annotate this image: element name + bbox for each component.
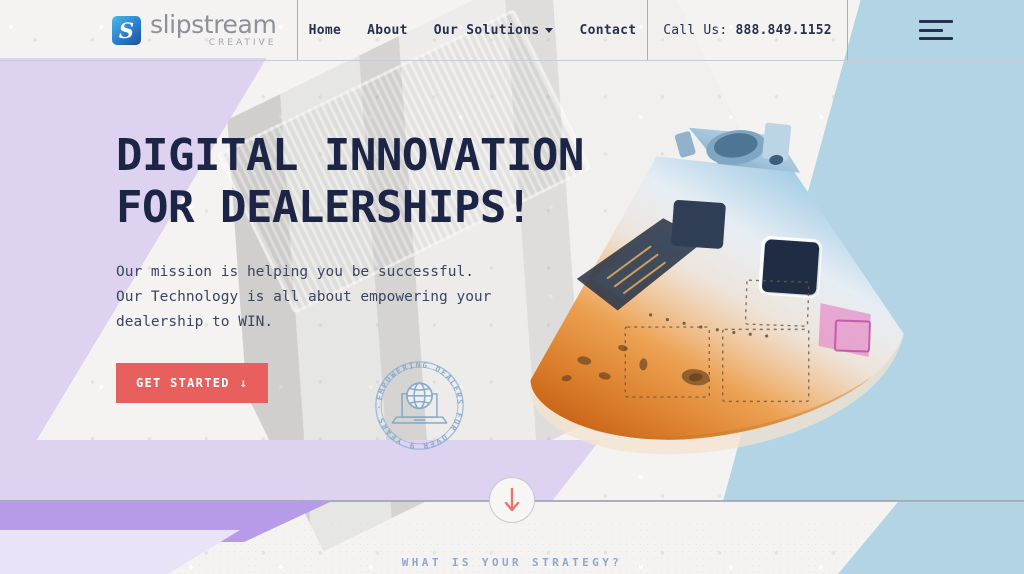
logo-glyph: S	[118, 17, 135, 43]
next-section-strapline: WHAT IS YOUR STRATEGY?	[401, 556, 623, 569]
arrow-down-icon	[504, 488, 520, 512]
years-badge: EMPOWERING DEALERS FOR OVER 9 YEARS ·	[371, 357, 468, 454]
headline-line-1: DIGITAL INNOVATION	[116, 130, 584, 181]
call-us-text: Call Us: 888.849.1152	[663, 23, 832, 38]
burger-bar	[919, 20, 953, 23]
cta-label: GET STARTED	[136, 376, 230, 390]
get-started-button[interactable]: GET STARTED ↓	[116, 363, 269, 403]
brand-tagline: CREATIVE	[208, 38, 277, 48]
hamburger-menu-icon[interactable]	[919, 20, 953, 40]
page-root: S slipstream CREATIVE Home About Our Sol…	[0, 0, 1024, 574]
headline-line-2: FOR DEALERSHIPS!	[116, 182, 532, 233]
nav-label: Home	[308, 22, 342, 38]
call-us-label: Call Us:	[663, 22, 736, 38]
nav-label: About	[367, 22, 408, 38]
nav-label: Our Solutions	[433, 22, 540, 38]
site-header: S slipstream CREATIVE Home About Our Sol…	[0, 0, 1024, 61]
laptop-globe-icon	[391, 382, 448, 424]
hero-paragraph: Our mission is helping you be successful…	[116, 260, 636, 335]
chevron-down-icon	[545, 27, 554, 33]
call-us-block[interactable]: Call Us: 888.849.1152	[648, 0, 848, 60]
nav-item-home[interactable]: Home	[309, 23, 342, 38]
paragraph-line-2: Our Technology is all about empowering y…	[116, 289, 492, 305]
nav-item-our-solutions[interactable]: Our Solutions	[434, 23, 554, 38]
slipstream-s-logo-icon: S	[112, 15, 141, 45]
brand-logo[interactable]: S slipstream CREATIVE	[0, 0, 298, 60]
menu-toggle[interactable]	[848, 0, 1024, 60]
scroll-down-button[interactable]	[489, 477, 535, 523]
paragraph-line-1: Our mission is helping you be successful…	[116, 264, 474, 280]
burger-bar	[919, 37, 953, 40]
arrow-down-icon: ↓	[239, 376, 249, 390]
call-us-number: 888.849.1152	[735, 22, 832, 38]
burger-bar	[919, 28, 944, 32]
hero-headline: DIGITAL INNOVATION FOR DEALERSHIPS!	[116, 130, 636, 234]
brand-name: slipstream	[150, 10, 277, 39]
nav-label: Contact	[579, 22, 637, 38]
purple-band-shape	[0, 502, 330, 542]
main-nav: Home About Our Solutions Contact	[298, 0, 648, 60]
brand-wordmark: slipstream CREATIVE	[150, 10, 277, 48]
paragraph-line-3: dealership to WIN.	[116, 314, 274, 330]
nav-item-about[interactable]: About	[367, 23, 408, 38]
nav-item-contact[interactable]: Contact	[579, 23, 636, 38]
